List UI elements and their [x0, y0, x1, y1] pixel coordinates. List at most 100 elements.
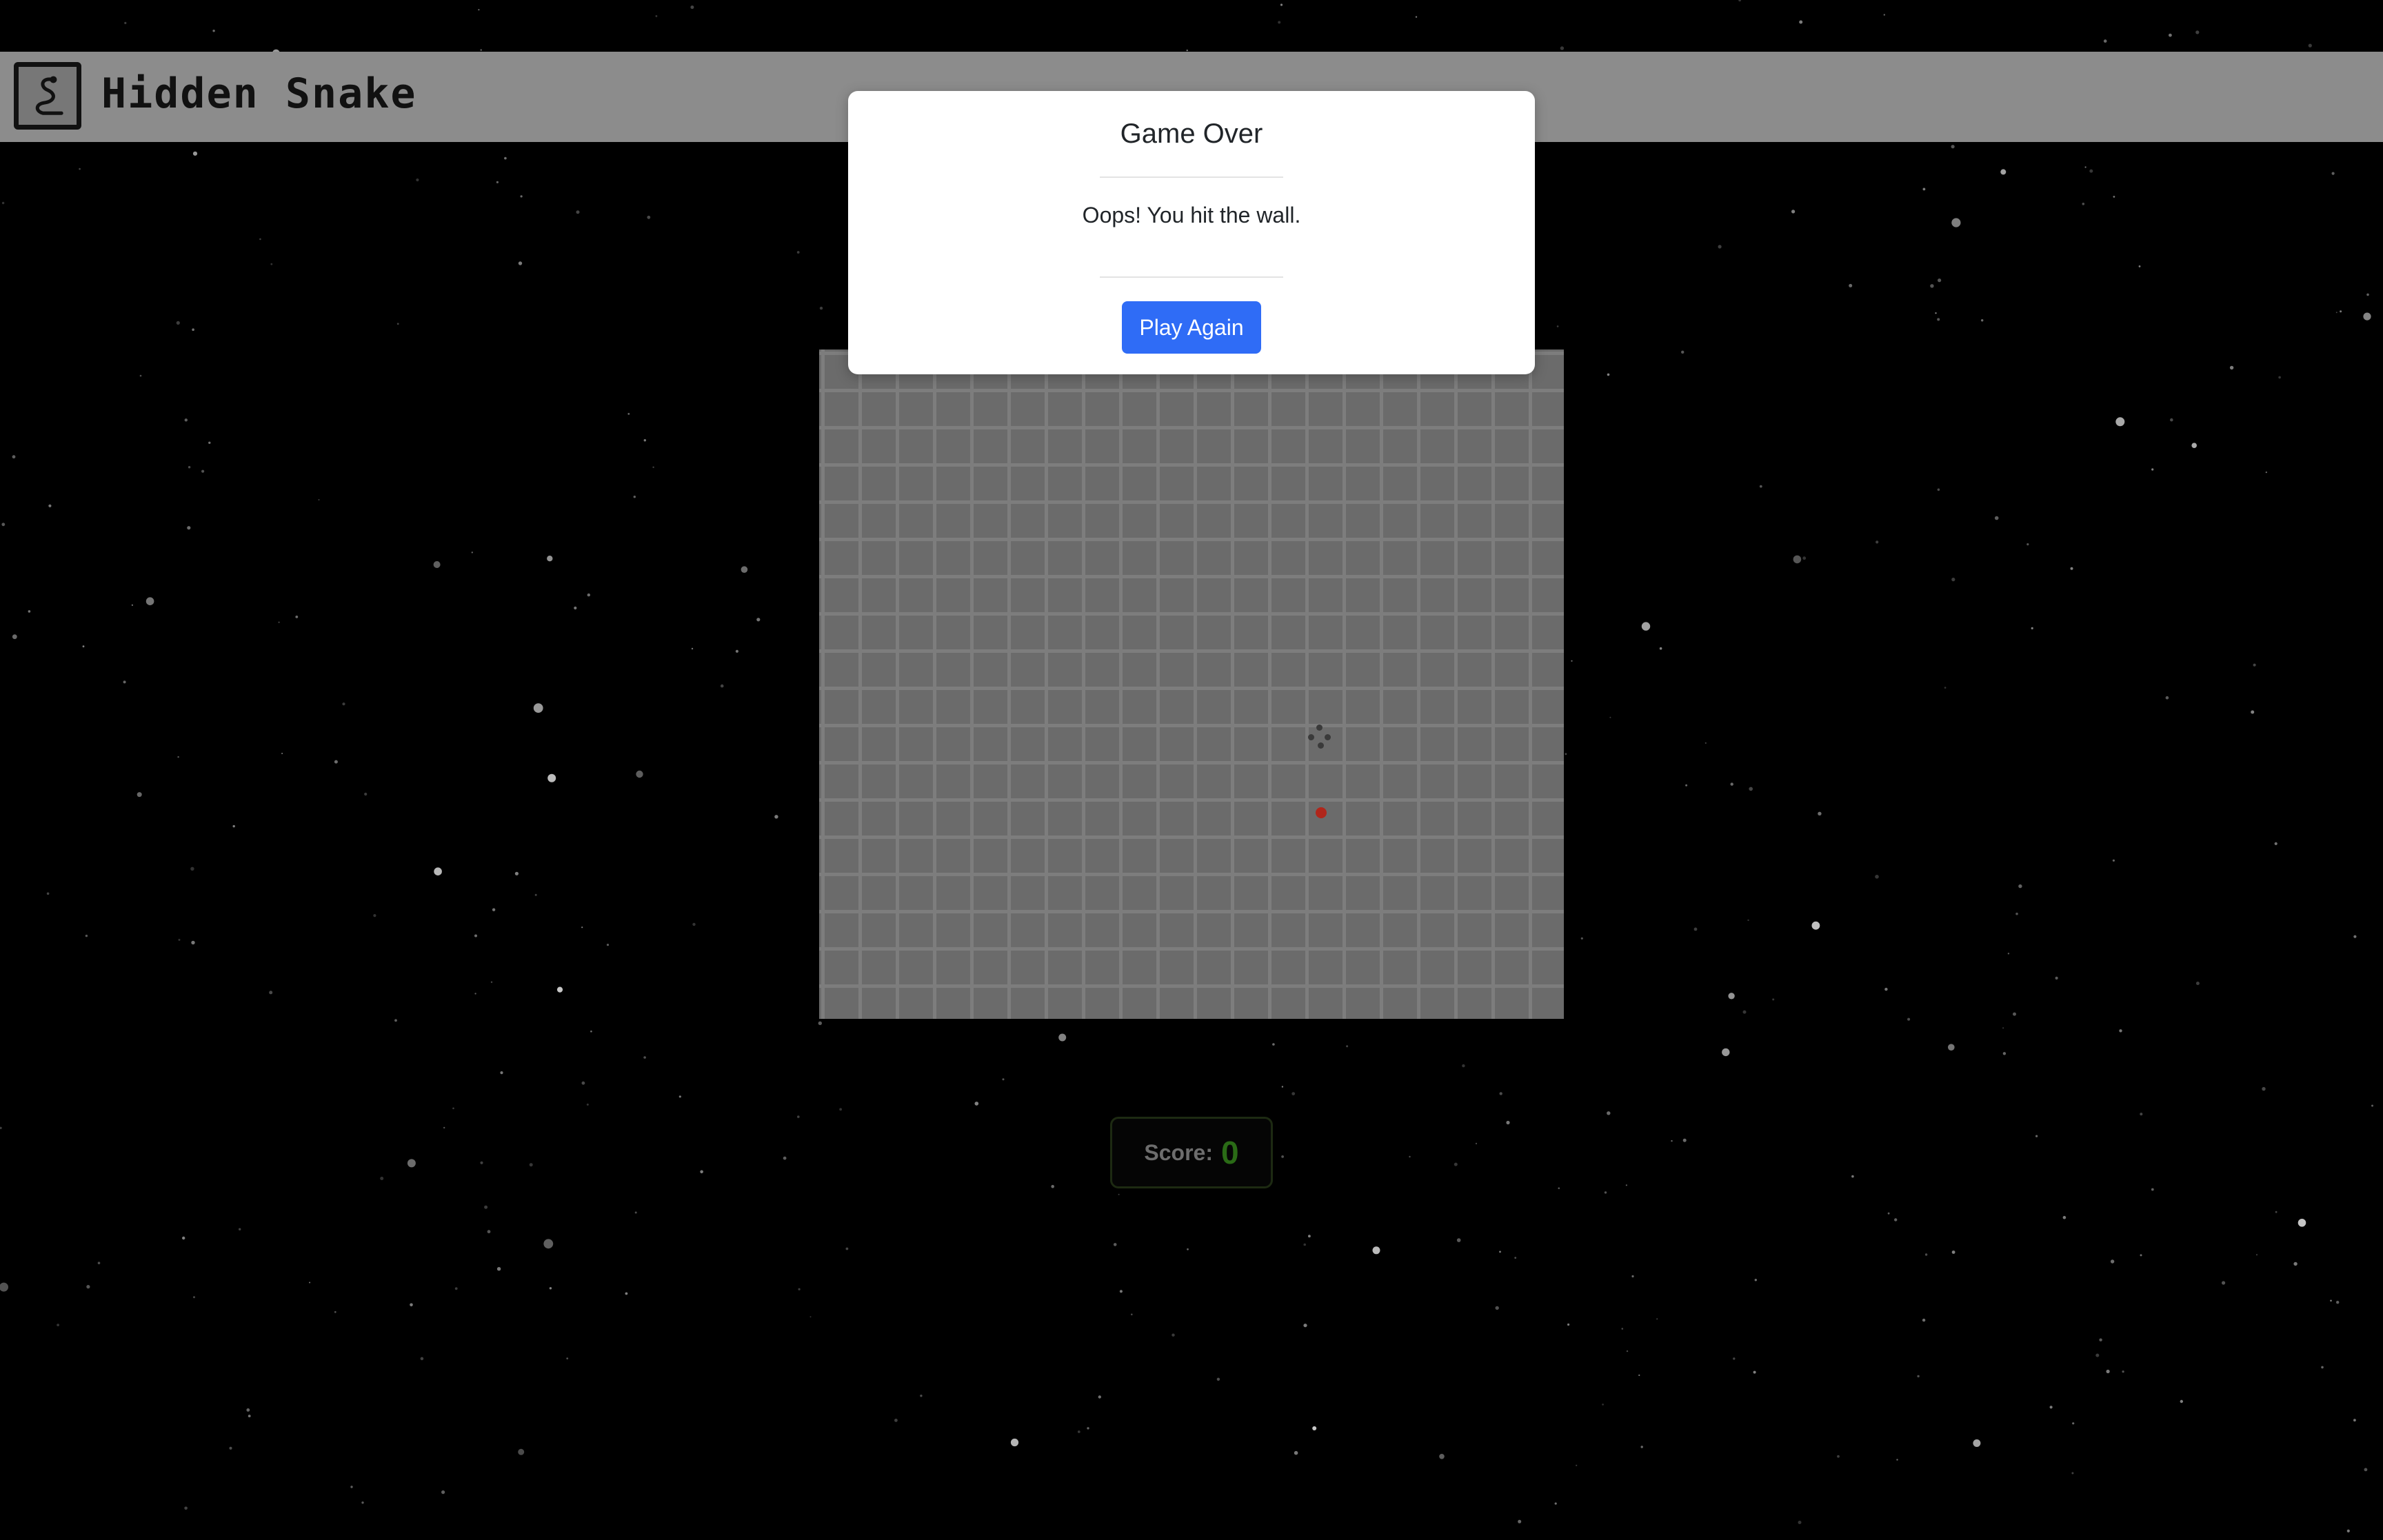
star — [2000, 169, 2007, 175]
star — [2112, 859, 2115, 862]
star — [410, 1303, 413, 1307]
star — [492, 908, 496, 911]
star — [529, 1163, 533, 1167]
star — [1291, 1092, 1296, 1095]
star — [2253, 663, 2256, 667]
star — [1308, 1235, 1311, 1238]
star — [1681, 350, 1685, 354]
star — [2308, 43, 2312, 48]
star — [586, 1103, 589, 1106]
play-again-button[interactable]: Play Again — [1122, 301, 1261, 354]
star — [741, 566, 748, 573]
star — [190, 867, 194, 871]
star — [2151, 1188, 2154, 1191]
star — [57, 1324, 59, 1326]
star — [1631, 1275, 1634, 1278]
star — [350, 1486, 353, 1488]
star — [188, 466, 191, 469]
star — [1802, 556, 1807, 560]
star — [441, 1490, 445, 1495]
star — [2062, 1215, 2067, 1219]
star — [454, 1287, 458, 1290]
star — [1994, 516, 1999, 520]
star — [12, 634, 17, 640]
star — [1876, 540, 1879, 544]
snake-logo-icon[interactable] — [14, 62, 81, 130]
star — [192, 328, 194, 332]
star — [1705, 742, 1707, 744]
star — [636, 770, 643, 778]
game-board[interactable] — [819, 349, 1564, 1019]
star — [2071, 1472, 2074, 1475]
brand-name[interactable]: Hidden Snake — [101, 70, 416, 118]
star — [2293, 1262, 2297, 1266]
star — [2297, 1219, 2306, 1227]
star — [2082, 203, 2085, 205]
star — [2103, 39, 2107, 43]
star — [278, 621, 280, 623]
star — [474, 934, 477, 938]
star — [1937, 318, 1940, 321]
star — [1938, 278, 1942, 283]
star — [1818, 811, 1822, 816]
star — [1951, 578, 1955, 582]
star — [845, 1247, 849, 1250]
star — [364, 792, 368, 796]
star — [1625, 1184, 1627, 1186]
star — [139, 374, 142, 377]
star — [1098, 1395, 1102, 1399]
star — [176, 321, 180, 325]
star — [1887, 1212, 1890, 1215]
star — [416, 178, 419, 182]
star — [1186, 49, 1188, 52]
score-label: Score: — [1144, 1139, 1213, 1165]
star — [2055, 976, 2058, 980]
star — [2340, 310, 2342, 313]
star — [1567, 1323, 1570, 1326]
star — [97, 1262, 101, 1264]
star — [1604, 1191, 1607, 1194]
star — [191, 940, 195, 945]
star — [1499, 1092, 1502, 1095]
star — [2002, 1027, 2004, 1029]
star — [1896, 1459, 1898, 1461]
star — [1837, 1455, 1840, 1458]
star — [2229, 365, 2234, 370]
star — [184, 1506, 188, 1510]
star — [295, 616, 299, 618]
star — [796, 251, 800, 254]
star — [839, 1108, 842, 1111]
star — [1883, 14, 1885, 16]
star — [1565, 753, 1567, 756]
star — [606, 944, 610, 946]
star — [2222, 1281, 2226, 1285]
star — [2165, 696, 2169, 700]
star — [496, 181, 499, 183]
star — [2049, 1406, 2053, 1409]
star — [2335, 312, 2337, 314]
star — [518, 1448, 525, 1455]
star — [2371, 1104, 2373, 1107]
star — [1753, 1370, 1756, 1374]
star — [1571, 660, 1573, 662]
star — [1626, 1350, 1629, 1352]
star — [2170, 418, 2173, 422]
star — [2084, 166, 2087, 168]
star — [735, 649, 738, 653]
star — [131, 604, 133, 606]
star — [2366, 293, 2369, 296]
star — [46, 892, 50, 895]
star — [192, 151, 198, 156]
star — [187, 526, 191, 530]
star — [1172, 1333, 1175, 1337]
star — [1415, 16, 1418, 18]
star — [2169, 33, 2172, 37]
star — [2336, 1301, 2340, 1304]
star — [2251, 710, 2255, 714]
star — [318, 499, 320, 500]
star — [1951, 145, 1955, 149]
star — [543, 1239, 554, 1249]
star — [678, 1095, 681, 1098]
star — [627, 413, 630, 415]
star — [1, 523, 6, 527]
